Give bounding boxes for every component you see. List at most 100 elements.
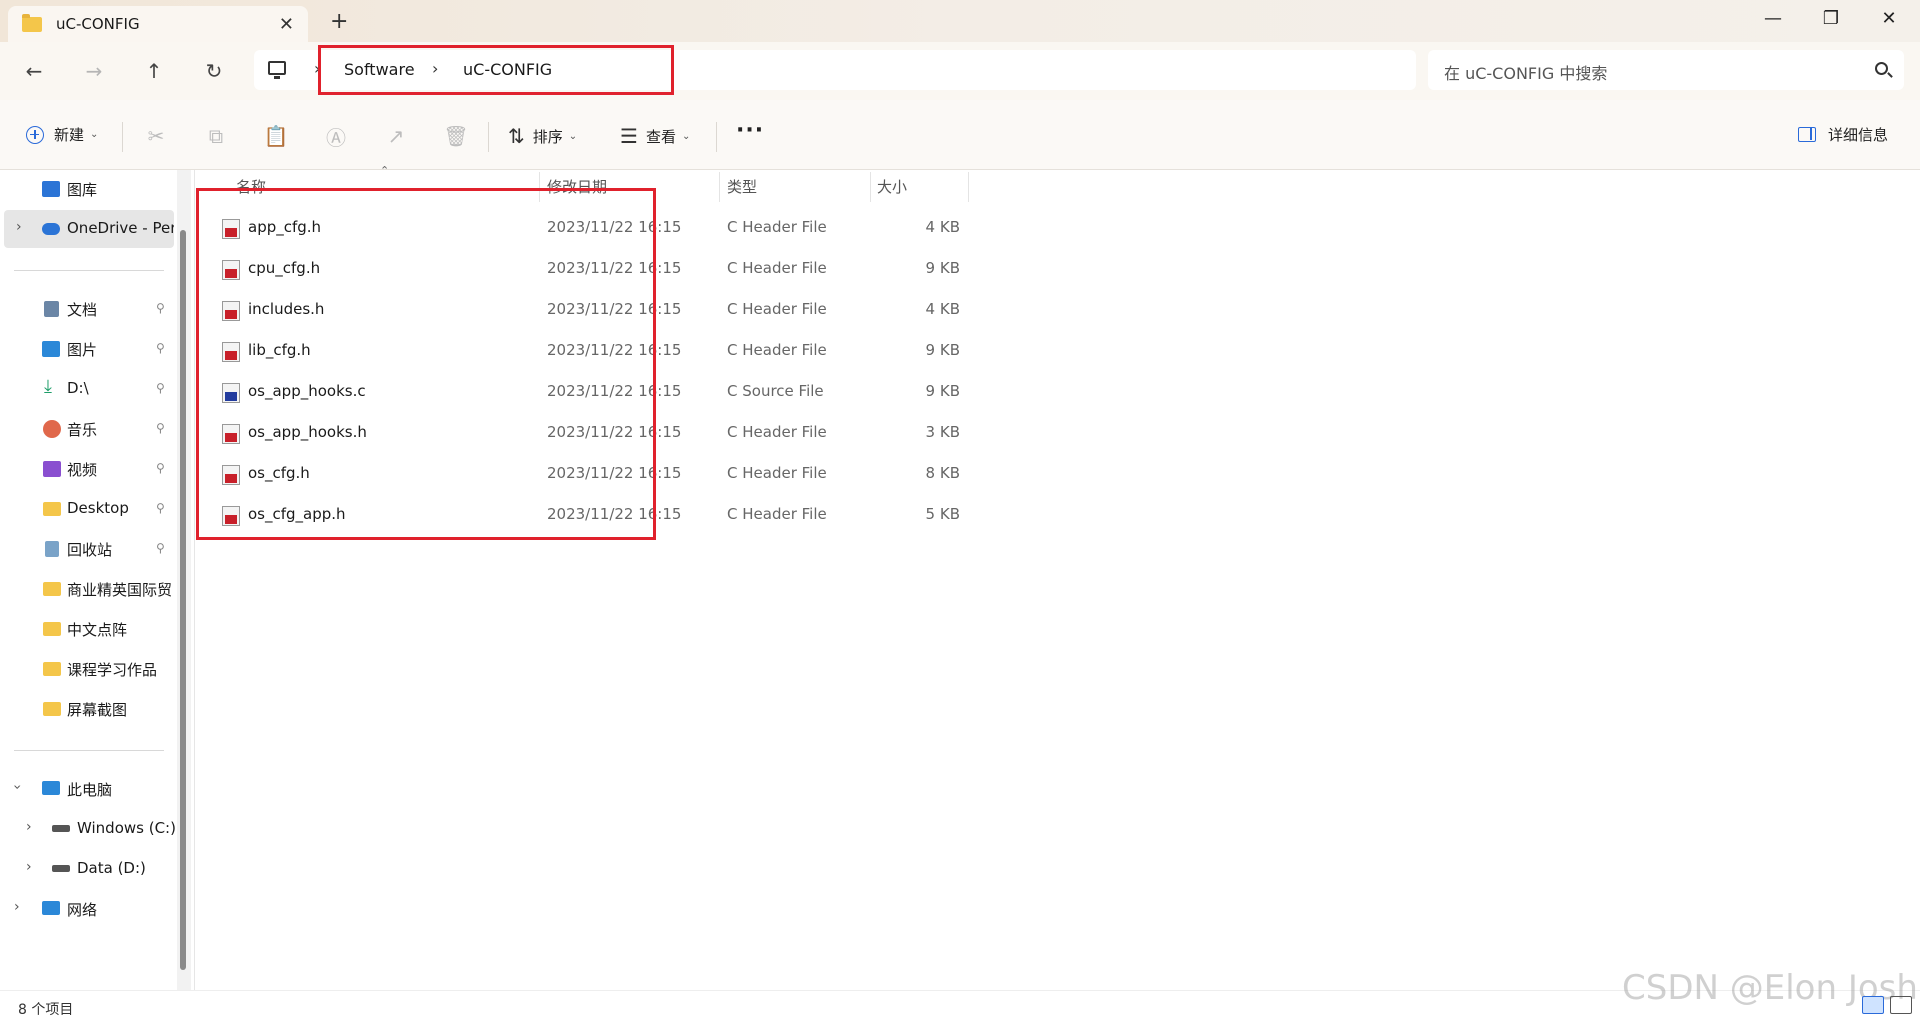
sidebar-item-recycle-bin[interactable]: 回收站 ⚲ <box>0 530 176 568</box>
chevron-down-icon[interactable]: › <box>9 784 25 790</box>
sidebar-item-videos[interactable]: 视频 ⚲ <box>0 450 176 488</box>
sidebar-item-desktop[interactable]: Desktop ⚲ <box>0 490 176 528</box>
computer-icon[interactable] <box>268 61 286 79</box>
close-tab-icon[interactable]: ✕ <box>279 14 294 35</box>
chevron-right-icon[interactable]: › <box>16 219 22 235</box>
recycle-bin-icon <box>45 541 59 557</box>
details-view-icon[interactable] <box>1862 996 1884 1014</box>
plus-icon <box>26 125 44 144</box>
paste-icon[interactable]: 📋 <box>262 122 290 150</box>
navigation-pane: 图库 › OneDrive - Per 文档 ⚲ 图片 ⚲ ⤓ D:\ ⚲ 音乐… <box>0 170 192 990</box>
sidebar-item-drive-d[interactable]: › Data (D:) <box>0 850 176 888</box>
sidebar-item-label: Data (D:) <box>77 859 146 877</box>
sidebar-item-label: D:\ <box>67 379 89 397</box>
music-icon <box>43 420 61 438</box>
forward-button[interactable]: → <box>76 54 112 88</box>
pin-icon[interactable]: ⚲ <box>156 501 165 515</box>
toolbar-divider <box>488 122 489 152</box>
chevron-down-icon: ⌄ <box>568 130 578 142</box>
new-button[interactable]: 新建 ⌄ <box>26 124 98 145</box>
copy-icon[interactable]: ⧉ <box>202 122 230 150</box>
file-type: C Header File <box>727 218 827 236</box>
column-divider[interactable] <box>719 172 720 202</box>
pin-icon[interactable]: ⚲ <box>156 541 165 555</box>
search-box[interactable]: 在 uC-CONFIG 中搜索 <box>1428 50 1904 90</box>
column-divider[interactable] <box>968 172 969 202</box>
sidebar-item-pictures[interactable]: 图片 ⚲ <box>0 330 176 368</box>
large-icons-view-icon[interactable] <box>1890 996 1912 1014</box>
folder-icon <box>43 582 61 596</box>
item-count: 8 个项目 <box>18 1002 74 1018</box>
sidebar-item-music[interactable]: 音乐 ⚲ <box>0 410 176 448</box>
details-button[interactable]: 详细信息 <box>1798 124 1888 145</box>
restore-button[interactable]: ❐ <box>1802 0 1860 36</box>
chevron-right-icon[interactable]: › <box>26 859 32 875</box>
chevron-right-icon[interactable]: › <box>14 899 20 915</box>
more-options-button[interactable]: ··· <box>736 118 764 143</box>
sidebar-item-folder-dot-matrix[interactable]: 中文点阵 <box>0 610 176 648</box>
documents-icon <box>44 301 59 317</box>
search-input[interactable]: 在 uC-CONFIG 中搜索 <box>1444 60 1607 84</box>
column-header-type[interactable]: 类型 <box>727 176 757 197</box>
sidebar-item-drive-c[interactable]: › Windows (C:) <box>0 810 176 848</box>
new-tab-button[interactable]: + <box>330 9 348 34</box>
sidebar-item-gallery[interactable]: 图库 <box>0 170 176 208</box>
refresh-button[interactable]: ↻ <box>196 54 232 88</box>
file-size: 8 KB <box>925 464 960 482</box>
up-button[interactable]: ↑ <box>136 54 172 88</box>
view-label: 查看 <box>645 127 676 146</box>
pin-icon[interactable]: ⚲ <box>156 421 165 435</box>
file-type: C Header File <box>727 423 827 441</box>
network-icon <box>42 901 60 915</box>
folder-icon <box>43 502 61 516</box>
search-icon[interactable] <box>1875 62 1888 75</box>
breadcrumb-separator[interactable]: › <box>432 59 438 78</box>
sidebar-item-documents[interactable]: 文档 ⚲ <box>0 290 176 328</box>
share-icon[interactable]: ↗ <box>382 122 410 150</box>
sidebar-scrollbar[interactable] <box>180 230 186 970</box>
pin-icon[interactable]: ⚲ <box>156 461 165 475</box>
sort-ascending-icon: ⌃ <box>380 164 390 177</box>
sidebar-item-folder-coursework[interactable]: 课程学习作品 <box>0 650 176 688</box>
address-bar[interactable]: › Software › uC-CONFIG <box>254 45 1416 95</box>
minimize-button[interactable]: — <box>1744 0 1802 36</box>
sidebar-item-label: 回收站 <box>67 541 113 559</box>
tab-uc-config[interactable]: uC-CONFIG ✕ <box>8 6 308 42</box>
breadcrumb-uc-config[interactable]: uC-CONFIG <box>463 60 552 79</box>
pin-icon[interactable]: ⚲ <box>156 301 165 315</box>
column-divider[interactable] <box>870 172 871 202</box>
title-bar: uC-CONFIG ✕ + — ❐ ✕ <box>0 0 1920 42</box>
sidebar-item-label: Windows (C:) <box>77 819 176 837</box>
sidebar-item-network[interactable]: › 网络 <box>0 890 176 928</box>
sort-button[interactable]: ⇅ 排序 ⌄ <box>508 124 577 148</box>
chevron-down-icon: ⌄ <box>90 129 99 140</box>
drive-icon <box>52 865 70 872</box>
sidebar-item-this-pc[interactable]: › 此电脑 <box>0 770 176 808</box>
sidebar-item-folder-business[interactable]: 商业精英国际贸 <box>0 570 176 608</box>
folder-icon <box>43 702 61 716</box>
sidebar-item-folder-screenshots[interactable]: 屏幕截图 <box>0 690 176 728</box>
folder-icon <box>43 622 61 636</box>
file-type: C Header File <box>727 464 827 482</box>
back-button[interactable]: ← <box>16 54 52 88</box>
onedrive-icon <box>42 223 60 235</box>
column-header-size[interactable]: 大小 <box>877 176 907 197</box>
close-window-button[interactable]: ✕ <box>1860 0 1918 36</box>
cut-icon[interactable]: ✂ <box>142 122 170 150</box>
chevron-right-icon[interactable]: › <box>26 819 32 835</box>
view-button[interactable]: ☰ 查看 ⌄ <box>620 124 690 148</box>
sidebar-item-onedrive[interactable]: › OneDrive - Per <box>4 210 174 248</box>
pane-divider <box>194 170 195 990</box>
sidebar-item-label: 课程学习作品 <box>67 661 158 679</box>
file-type: C Header File <box>727 300 827 318</box>
file-size: 9 KB <box>925 382 960 400</box>
delete-icon[interactable]: 🗑 <box>442 122 470 150</box>
sidebar-item-d-drive[interactable]: ⤓ D:\ ⚲ <box>0 370 176 408</box>
sidebar-item-label: 文档 <box>67 301 98 319</box>
drive-icon <box>52 825 70 832</box>
pin-icon[interactable]: ⚲ <box>156 381 165 395</box>
pin-icon[interactable]: ⚲ <box>156 341 165 355</box>
view-icon: ☰ <box>620 124 638 148</box>
rename-icon[interactable]: Ⓐ <box>322 122 350 150</box>
breadcrumb-software[interactable]: Software <box>344 60 415 79</box>
